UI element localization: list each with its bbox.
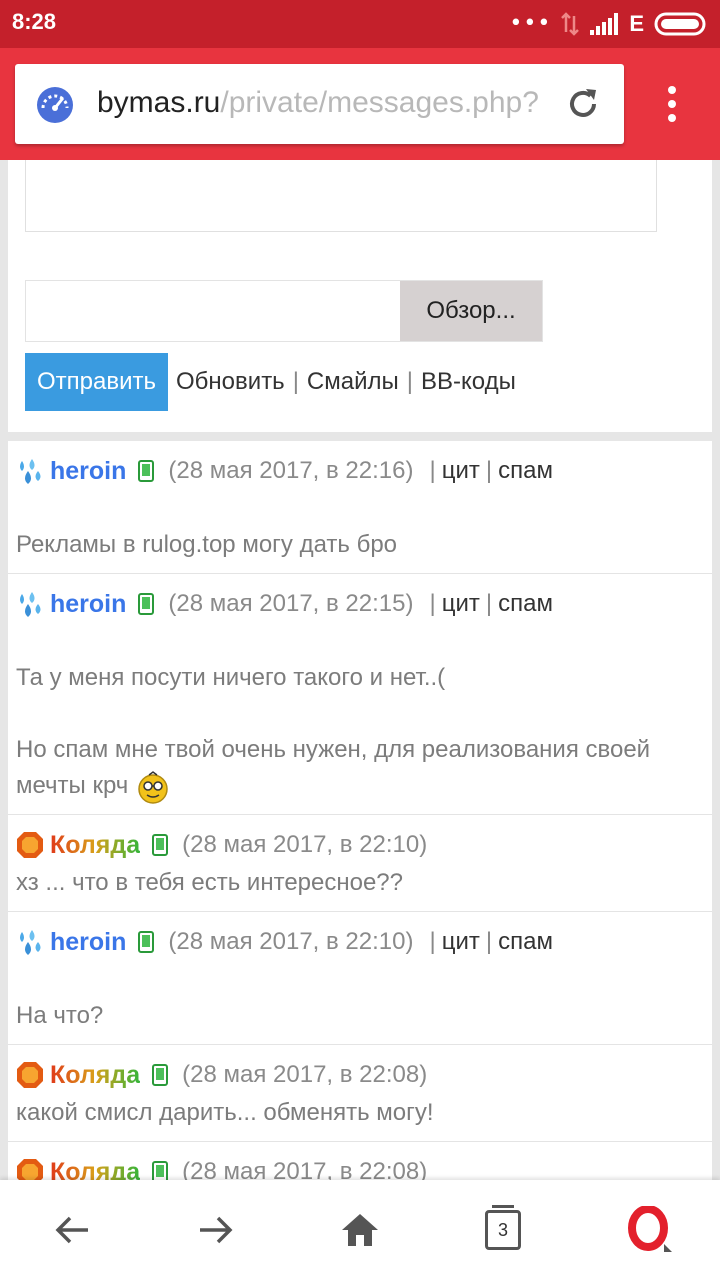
username-link[interactable]: Коляда xyxy=(50,1061,140,1090)
water-drops-icon xyxy=(20,459,41,484)
message-item: Коляда (28 мая 2017, в 22:10) хз ... что… xyxy=(8,815,712,912)
message-date: (28 мая 2017, в 22:16) xyxy=(168,457,414,484)
separator: | xyxy=(406,368,413,395)
spam-link[interactable]: спам xyxy=(498,457,553,484)
reload-icon[interactable] xyxy=(563,84,603,124)
message-header: heroin (28 мая 2017, в 22:16) | цит | спам xyxy=(16,451,704,491)
bottom-navigation: 3 xyxy=(0,1180,720,1280)
mobile-phone-icon xyxy=(138,593,155,615)
battery-icon xyxy=(654,12,706,36)
message-form: Обзор... Отправить Обновить | Смайлы | B… xyxy=(8,160,712,432)
menu-icon[interactable] xyxy=(660,84,684,124)
back-arrow-icon[interactable] xyxy=(50,1208,94,1252)
message-date: (28 мая 2017, в 22:15) xyxy=(168,590,414,617)
mobile-phone-icon xyxy=(138,460,155,482)
spam-link[interactable]: спам xyxy=(498,928,553,955)
message-text-last-line: мечты крч xyxy=(16,768,704,804)
message-textarea[interactable] xyxy=(25,160,657,232)
url-host: bymas.ru xyxy=(97,86,221,119)
message-text: мечты крч xyxy=(16,772,129,799)
username-link[interactable]: heroin xyxy=(50,590,126,619)
separator: | xyxy=(485,457,493,484)
hexagon-badge-icon xyxy=(17,1159,43,1180)
separator: | xyxy=(429,928,436,955)
message-text: Рекламы в rulog.top могу дать бро xyxy=(16,531,398,558)
message-date: (28 мая 2017, в 22:10) xyxy=(182,831,428,858)
quote-link[interactable]: цит xyxy=(442,457,480,484)
message-text: На что? xyxy=(16,1002,104,1029)
browse-button[interactable]: Обзор... xyxy=(400,281,542,341)
mobile-phone-icon xyxy=(152,1064,169,1086)
quote-link[interactable]: цит xyxy=(442,928,480,955)
message-actions: | цит | спам xyxy=(423,457,552,485)
nerd-smiley-icon xyxy=(138,770,169,804)
url-text[interactable]: bymas.ru/private/messages.php? xyxy=(97,86,547,120)
smiles-link[interactable]: Смайлы xyxy=(307,368,399,396)
mobile-phone-icon xyxy=(138,931,155,953)
tabs-icon[interactable]: 3 xyxy=(485,1205,521,1250)
opera-icon[interactable] xyxy=(626,1206,674,1254)
mobile-phone-icon xyxy=(152,1161,169,1180)
messages-list: heroin (28 мая 2017, в 22:16) | цит | спам … xyxy=(8,441,712,1180)
message-item: heroin (28 мая 2017, в 22:15) | цит | спам … xyxy=(8,574,712,815)
separator: | xyxy=(485,928,493,955)
message-text: Та у меня посути ничего такого и нет..( xyxy=(16,664,446,691)
username-link[interactable]: heroin xyxy=(50,928,126,957)
home-icon[interactable] xyxy=(338,1208,382,1252)
status-icons: ••• E xyxy=(509,10,708,38)
message-item: Коляда (28 мая 2017, в 22:08) xyxy=(8,1142,712,1180)
message-text: хз ... что в тебя есть интересное?? xyxy=(16,869,403,896)
message-date: (28 мая 2017, в 22:08) xyxy=(182,1158,428,1180)
water-drops-icon xyxy=(20,592,41,617)
message-actions: | цит | спам xyxy=(423,928,552,956)
address-bar[interactable]: bymas.ru/private/messages.php? xyxy=(15,64,624,144)
signal-icon xyxy=(590,13,619,35)
username-link[interactable]: Коляда xyxy=(50,831,140,860)
water-drops-icon xyxy=(20,930,41,955)
spam-link[interactable]: спам xyxy=(498,590,553,617)
message-header: heroin (28 мая 2017, в 22:15) | цит | спам xyxy=(16,584,704,624)
browser-toolbar: bymas.ru/private/messages.php? xyxy=(0,48,720,160)
message-text: какой смисл дарить... обменять могу! xyxy=(16,1099,434,1126)
message-header: heroin (28 мая 2017, в 22:10) | цит | спам xyxy=(16,922,704,962)
speed-dial-icon[interactable] xyxy=(35,84,75,124)
message-actions: | цит | спам xyxy=(423,590,552,618)
form-actions: Отправить Обновить | Смайлы | BB-коды xyxy=(25,353,516,411)
message-header: Коляда (28 мая 2017, в 22:08) xyxy=(16,1152,704,1180)
mobile-phone-icon xyxy=(152,834,169,856)
message-date: (28 мая 2017, в 22:08) xyxy=(182,1061,428,1088)
separator: | xyxy=(429,590,436,617)
hexagon-badge-icon xyxy=(17,832,43,858)
message-header: Коляда (28 мая 2017, в 22:10) xyxy=(16,825,704,865)
quote-link[interactable]: цит xyxy=(442,590,480,617)
message-text: Но спам мне твой очень нужен, для реализ… xyxy=(16,736,651,763)
message-header: Коляда (28 мая 2017, в 22:08) xyxy=(16,1055,704,1095)
data-arrows-icon xyxy=(561,12,580,36)
dots-icon: ••• xyxy=(509,11,552,36)
refresh-link[interactable]: Обновить xyxy=(176,368,285,396)
file-input[interactable]: Обзор... xyxy=(25,280,543,342)
url-path: /private/messages.php? xyxy=(220,86,539,119)
hexagon-badge-icon xyxy=(17,1062,43,1088)
message-item: Коляда (28 мая 2017, в 22:08) какой смис… xyxy=(8,1045,712,1142)
network-type: E xyxy=(629,11,644,36)
page-content: Обзор... Отправить Обновить | Смайлы | B… xyxy=(0,160,720,1180)
separator: | xyxy=(429,457,436,484)
separator: | xyxy=(292,368,299,395)
separator: | xyxy=(485,590,493,617)
send-button[interactable]: Отправить xyxy=(25,353,169,411)
username-link[interactable]: heroin xyxy=(50,457,126,486)
bbcodes-link[interactable]: BB-коды xyxy=(421,368,516,396)
message-item: heroin (28 мая 2017, в 22:10) | цит | спам … xyxy=(8,912,712,1045)
status-bar: 8:28 ••• E xyxy=(0,0,720,48)
message-date: (28 мая 2017, в 22:10) xyxy=(168,928,414,955)
username-link[interactable]: Коляда xyxy=(50,1158,140,1181)
status-time: 8:28 xyxy=(12,9,57,34)
forward-arrow-icon[interactable] xyxy=(194,1208,238,1252)
message-item: heroin (28 мая 2017, в 22:16) | цит | спам … xyxy=(8,441,712,574)
